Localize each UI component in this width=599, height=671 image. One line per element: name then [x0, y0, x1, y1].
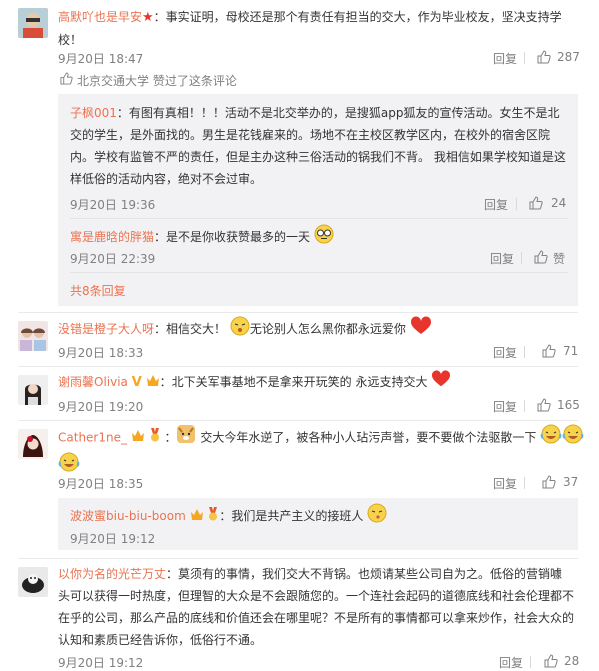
comment-text: 交大今年水逆了，被各种小人玷污声誉，要不要做个法驱散一下 [200, 430, 537, 445]
glasses-emoji-icon [314, 224, 334, 251]
thumbs-up-icon[interactable] [529, 196, 543, 213]
divider [524, 346, 525, 358]
reply-button[interactable]: 回复 [493, 50, 517, 67]
vip-crown-icon [131, 426, 145, 450]
laugh-cry-emoji-icon [540, 424, 562, 452]
sub-reply-body: 波波蜜biu-biu-boom ：我们是共产主义的接班人 [70, 503, 387, 530]
divider [70, 272, 568, 273]
comment-body: Cather1ne_ ： 交大今年水逆了，被各种小人玷污声誉，要不要做个法驱散一… [58, 424, 588, 480]
comment-text-cont: 校！ [58, 33, 83, 47]
kiss-emoji-icon [367, 503, 387, 530]
divider [18, 420, 578, 421]
thumbs-up-icon[interactable] [534, 250, 548, 267]
thumbs-up-icon[interactable] [542, 344, 556, 361]
avatar[interactable] [18, 8, 48, 38]
comment-text: 头可以获得一时热度，但理智的大众是不会跟随您的。一个连社会起码的道德底线和社会伦… [58, 589, 575, 603]
divider [530, 656, 531, 668]
medal-icon [149, 426, 161, 450]
divider [521, 252, 522, 264]
like-count: 37 [563, 475, 579, 489]
username-link[interactable]: 高默吖也是早安 [58, 10, 142, 24]
thumbs-up-icon[interactable] [544, 654, 558, 671]
reply-button[interactable]: 回复 [493, 398, 517, 415]
reply-button[interactable]: 回复 [493, 475, 517, 492]
reply-text: ：是不是你收获赞最多的一天 [154, 230, 311, 244]
divider [516, 198, 517, 210]
comment-text: ：事实证明，母校还是那个有责任有担当的交大，作为毕业校友，坚决支持学 [153, 10, 562, 24]
thumbs-up-icon[interactable] [542, 475, 556, 492]
username-link[interactable]: 寓是鹿晗的胖猫 [70, 230, 154, 244]
like-count: 24 [551, 196, 567, 210]
comment-text: 在乎的公司，那么产品的底线和价值还会在哪里呢？不是所有的事情都可以拿来炒作，社会… [58, 611, 575, 625]
reply-text: ：有图有真相！！！活动不是北交举办的，是搜狐app狐友的宣传活动。女生不是北 [116, 106, 560, 120]
reply-button[interactable]: 回复 [484, 196, 508, 213]
more-replies-link[interactable]: 共8条回复 [70, 282, 126, 299]
comment-text: ：北下关军事基地不是拿来开玩笑的 永远支持交大 [159, 375, 428, 389]
red-star-badge: ★ [142, 10, 154, 25]
timestamp: 9月20日 19:36 [70, 198, 156, 212]
like-count: 287 [557, 50, 580, 64]
sub-reply-body: 寓是鹿晗的胖猫：是不是你收获赞最多的一天 [70, 224, 334, 251]
timestamp: 9月20日 22:39 [70, 252, 156, 266]
comment-body: 没错是橙子大人呀：相信交大！ 无论别人怎么黑你都永远爱你 [58, 316, 432, 343]
sub-reply-body: 子枫001：有图有真相！！！活动不是北交举办的，是搜狐app狐友的宣传活动。女生… [70, 102, 570, 190]
comment-body: 谢雨馨Olivia V ：北下关军事基地不是拿来开玩笑的 永远支持交大 [58, 370, 451, 395]
avatar[interactable] [18, 567, 48, 597]
liked-by-note: 北京交通大学 赞过了这条评论 [77, 74, 237, 88]
thumbs-up-icon [60, 72, 73, 88]
username-link[interactable]: 以你为名的光芒万丈 [58, 567, 166, 581]
like-count: 71 [563, 344, 579, 358]
comment-body: 高默吖也是早安★：事实证明，母校还是那个有责任有担当的交大，作为毕业校友，坚决支… [58, 6, 588, 51]
timestamp: 9月20日 18:47 [58, 52, 144, 66]
vip-crown-icon [190, 506, 204, 528]
reply-button[interactable]: 回复 [493, 344, 517, 361]
avatar[interactable] [18, 375, 48, 405]
comment-text: 无论别人怎么黑你都永远爱你 [249, 322, 406, 336]
laugh-cry-emoji-icon [562, 424, 584, 452]
reply-button[interactable]: 回复 [499, 654, 523, 671]
medal-icon [207, 506, 219, 528]
vip-crown-icon [146, 372, 160, 394]
divider [18, 558, 578, 559]
thumbs-up-icon[interactable] [537, 50, 551, 67]
sleepy-emoji-icon [230, 316, 250, 343]
timestamp: 9月20日 18:33 [58, 346, 144, 360]
divider [70, 218, 568, 219]
timestamp: 9月20日 19:12 [58, 656, 144, 670]
thumbs-up-icon[interactable] [537, 398, 551, 415]
comment-text: ：莫须有的事情，我们交大不背锅。也烦请某些公司自为之。低俗的营销噱 [166, 567, 563, 581]
username-link[interactable]: 没错是橙子大人呀 [58, 322, 154, 336]
doge-emoji-icon [176, 424, 196, 452]
like-count: 28 [564, 654, 580, 668]
divider [18, 366, 578, 367]
reply-text: ：我们是共产主义的接班人 [219, 509, 364, 523]
comment-text: ：相信交大！ [154, 322, 227, 336]
timestamp: 9月20日 19:12 [70, 532, 156, 546]
comment-text: 认知和素质已经告诉你，低俗行不通。 [58, 633, 263, 647]
reply-text: 样低俗的活动内容，绝对不会过审。 [70, 172, 263, 186]
timestamp: 9月20日 18:35 [58, 477, 144, 491]
username-link[interactable]: 谢雨馨Olivia [58, 375, 128, 389]
divider [524, 52, 525, 64]
avatar[interactable] [18, 321, 48, 351]
divider [524, 477, 525, 489]
reply-text: 内。学校有监管不严的责任，但是主办这种三俗活动的锅我们不背。 我相信如果学校知道… [70, 150, 566, 164]
verified-v-icon: V [131, 374, 142, 390]
divider [524, 400, 525, 412]
avatar[interactable] [18, 429, 48, 459]
username-link[interactable]: Cather1ne_ [58, 431, 127, 445]
heart-icon [410, 316, 432, 343]
heart-icon [431, 370, 451, 395]
timestamp: 9月20日 19:20 [58, 400, 144, 414]
username-link[interactable]: 波波蜜biu-biu-boom [70, 509, 186, 523]
comment-body: 以你为名的光芒万丈：莫须有的事情，我们交大不背锅。也烦请某些公司自为之。低俗的营… [58, 563, 588, 651]
reply-button[interactable]: 回复 [490, 250, 514, 267]
divider [18, 312, 578, 313]
like-count: 165 [557, 398, 580, 412]
username-link[interactable]: 子枫001 [70, 106, 117, 120]
reply-text: 交的学生，是外面找的。男生是花钱雇来的。场地不在主校区教学区内，在校外的宿舍区院 [70, 128, 551, 142]
like-label[interactable]: 赞 [553, 250, 565, 267]
